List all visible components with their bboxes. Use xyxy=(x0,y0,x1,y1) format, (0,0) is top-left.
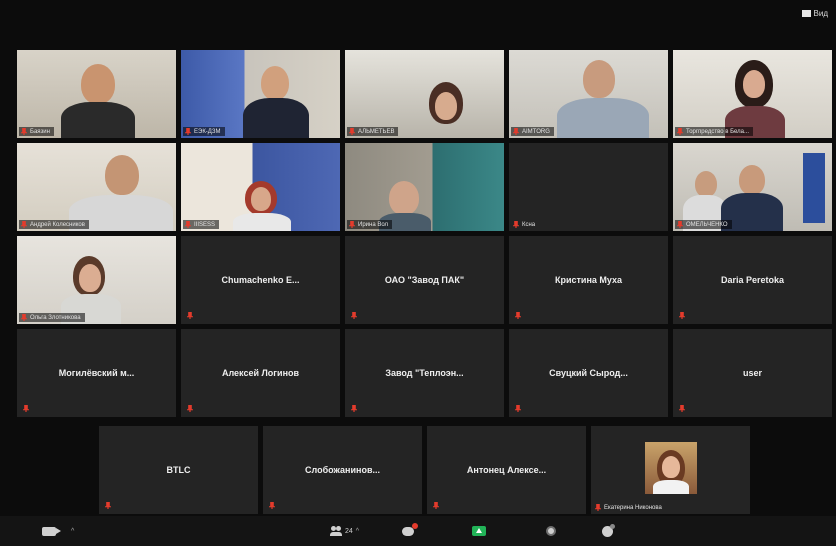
participant-tile[interactable]: Ирина Вол xyxy=(345,143,504,231)
video-feed xyxy=(673,50,832,138)
participant-name: Торгпредство в Бела... xyxy=(686,128,749,135)
muted-mic-icon xyxy=(677,221,683,228)
participant-name: Ирина Вол xyxy=(358,221,389,228)
notification-badge xyxy=(412,522,418,529)
participant-name: AIMTORG xyxy=(522,128,550,135)
gallery-view-icon xyxy=(801,10,811,17)
muted-mic-icon xyxy=(185,128,191,135)
muted-mic-icon xyxy=(21,221,27,228)
video-feed xyxy=(181,50,340,138)
participant-name: Daria Peretoka xyxy=(720,275,785,285)
participant-tile[interactable]: Завод "Теплоэн... xyxy=(345,329,504,417)
video-feed xyxy=(17,236,176,324)
participant-name: Могилёвский м... xyxy=(58,368,135,378)
participant-tile[interactable]: Chumachenko E... xyxy=(181,236,340,324)
muted-mic-icon xyxy=(21,128,27,135)
video-feed xyxy=(181,143,340,231)
participant-tile[interactable]: Кристина Муха xyxy=(509,236,668,324)
participant-tile[interactable]: Баязин xyxy=(17,50,176,138)
share-screen-button[interactable] xyxy=(472,524,486,538)
muted-mic-icon xyxy=(677,128,683,135)
participant-name: Баязин xyxy=(30,128,50,135)
participant-tile[interactable]: Свуцкий Сырод... xyxy=(509,329,668,417)
participant-name: user xyxy=(742,368,762,378)
participant-tile[interactable]: ОАО "Завод ПАК" xyxy=(345,236,504,324)
participant-name: Ксна xyxy=(522,221,536,228)
record-icon xyxy=(546,526,556,536)
view-button-label: Вид xyxy=(813,9,828,18)
participant-name: Кристина Муха xyxy=(554,275,623,285)
video-feed xyxy=(673,143,832,231)
participant-name: Свуцкий Сырод... xyxy=(549,368,628,378)
video-feed xyxy=(345,143,504,231)
participant-name: АЛЬМЕТЬЕВ xyxy=(358,128,395,135)
participant-name: Chumachenko E... xyxy=(221,275,300,285)
participant-tile[interactable]: IIISESS xyxy=(181,143,340,231)
participants-count: 24 xyxy=(345,527,353,535)
participants-button[interactable]: 24 ^ xyxy=(330,524,359,538)
participant-tile[interactable]: Антонец Алексе... xyxy=(427,426,586,514)
participant-tile[interactable]: АЛЬМЕТЬЕВ xyxy=(345,50,504,138)
chevron-up-icon: ^ xyxy=(355,527,360,535)
participant-tile[interactable]: Андрей Колесников xyxy=(17,143,176,231)
profile-avatar xyxy=(645,442,697,494)
participant-tile[interactable]: Слобожанинов... xyxy=(263,426,422,514)
muted-mic-icon xyxy=(349,128,355,135)
view-button[interactable]: Вид xyxy=(801,9,828,18)
reactions-icon xyxy=(602,523,615,537)
participant-name: Слобожанинов... xyxy=(305,465,380,475)
video-feed xyxy=(509,50,668,138)
meeting-controls: ^ 24 ^ xyxy=(0,516,836,546)
top-bar: Вид xyxy=(0,0,836,40)
chat-button[interactable] xyxy=(402,522,418,538)
participant-tile[interactable]: AIMTORG xyxy=(509,50,668,138)
muted-mic-icon xyxy=(595,504,601,511)
video-feed xyxy=(17,143,176,231)
muted-mic-icon xyxy=(185,221,191,228)
participant-name: ЕЭК-ДЗМ xyxy=(194,128,221,135)
participant-name: ОАО "Завод ПАК" xyxy=(384,275,465,285)
muted-mic-icon xyxy=(349,221,355,228)
chevron-up-icon: ^ xyxy=(71,527,75,535)
participant-tile[interactable]: Daria Peretoka xyxy=(673,236,832,324)
participant-tile[interactable]: Алексей Логинов xyxy=(181,329,340,417)
participant-tile[interactable]: Торгпредство в Бела... xyxy=(673,50,832,138)
participant-name: Андрей Колесников xyxy=(30,221,85,228)
start-video-button[interactable]: ^ xyxy=(42,524,74,538)
participant-tile[interactable]: Ольга Злотникова xyxy=(17,236,176,324)
video-feed xyxy=(17,50,176,138)
participant-tile[interactable]: user xyxy=(673,329,832,417)
participant-name: ОМЕЛЬЧЕНКО xyxy=(686,221,728,228)
muted-mic-icon xyxy=(21,314,27,321)
record-button[interactable] xyxy=(546,524,556,538)
reactions-button[interactable] xyxy=(602,523,615,538)
participant-name: Антонец Алексе... xyxy=(466,465,547,475)
chat-icon xyxy=(402,522,418,536)
active-speaker-tile[interactable]: ОМЕЛЬЧЕНКО xyxy=(673,143,832,231)
participant-name: Ольга Злотникова xyxy=(30,314,81,321)
video-camera-icon xyxy=(42,526,61,536)
muted-mic-icon xyxy=(513,128,519,135)
participant-tile[interactable]: Могилёвский м... xyxy=(17,329,176,417)
participant-name: IIISESS xyxy=(194,221,216,228)
participant-name: BTLC xyxy=(166,465,191,475)
participant-name: Завод "Теплоэн... xyxy=(385,368,464,378)
video-feed xyxy=(345,50,504,138)
participant-tile[interactable]: ЕЭК-ДЗМ xyxy=(181,50,340,138)
participant-tile[interactable]: Екатерина Никонова xyxy=(591,426,750,514)
participant-tile[interactable]: BTLC xyxy=(99,426,258,514)
participant-tile[interactable]: Ксна xyxy=(509,143,668,231)
participants-icon xyxy=(330,526,342,536)
muted-mic-icon xyxy=(513,221,519,228)
participant-name: Алексей Логинов xyxy=(221,368,300,378)
participant-name: Екатерина Никонова xyxy=(604,504,662,511)
share-screen-icon xyxy=(472,526,486,536)
